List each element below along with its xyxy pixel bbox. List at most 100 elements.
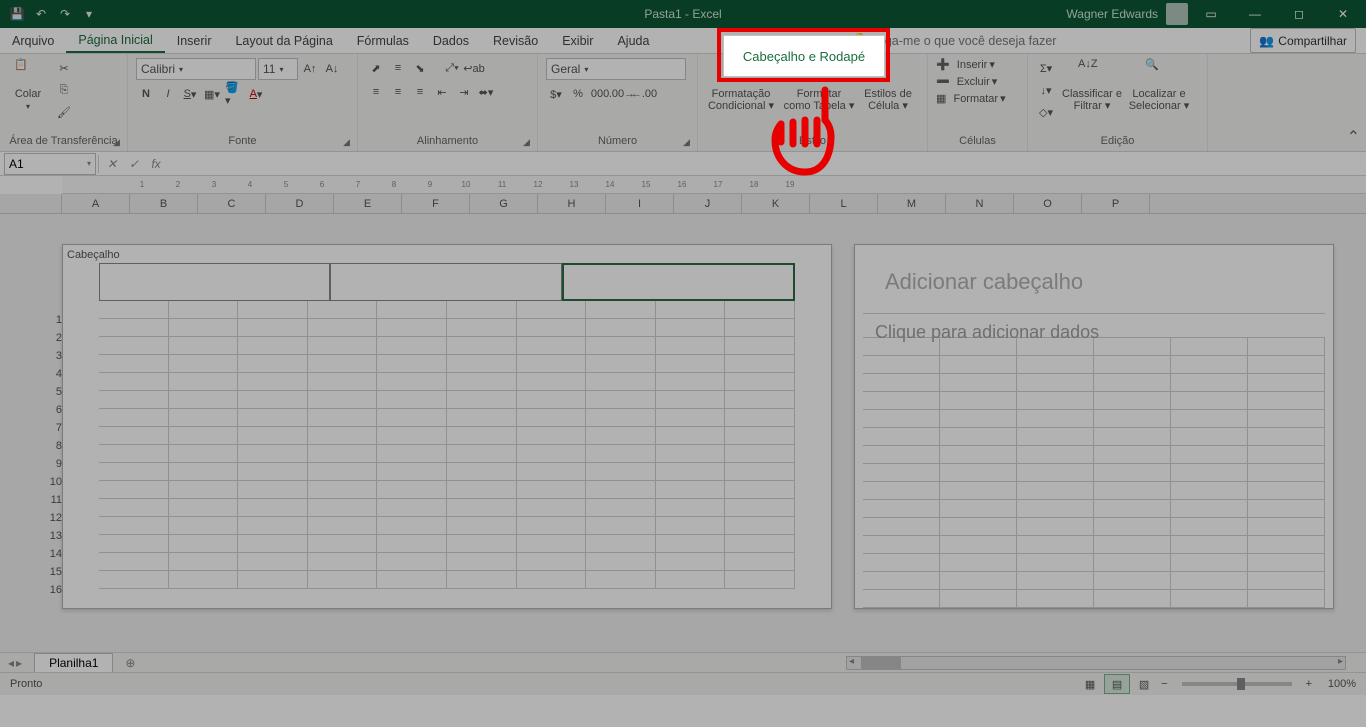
share-button[interactable]: 👥 Compartilhar xyxy=(1250,28,1356,53)
cell[interactable] xyxy=(1017,518,1094,536)
cell[interactable] xyxy=(863,446,940,464)
cell[interactable] xyxy=(99,571,169,589)
cell[interactable] xyxy=(308,499,378,517)
cell[interactable] xyxy=(940,374,1017,392)
font-dialog-launcher[interactable]: ◢ xyxy=(343,137,355,149)
cell[interactable] xyxy=(447,463,517,481)
align-center-icon[interactable]: ≡ xyxy=(388,82,408,102)
cell[interactable] xyxy=(169,355,239,373)
cell[interactable] xyxy=(863,482,940,500)
cell[interactable] xyxy=(308,355,378,373)
cell[interactable] xyxy=(725,445,795,463)
cell[interactable] xyxy=(517,571,587,589)
add-header-placeholder[interactable]: Adicionar cabeçalho xyxy=(855,245,1333,295)
cell[interactable] xyxy=(1171,482,1248,500)
cell[interactable] xyxy=(169,481,239,499)
copy-icon[interactable]: ⎘ xyxy=(54,80,74,100)
row-header[interactable]: 3 xyxy=(40,350,62,368)
cell[interactable] xyxy=(1171,500,1248,518)
cell[interactable] xyxy=(377,499,447,517)
cell[interactable] xyxy=(447,481,517,499)
cell[interactable] xyxy=(1017,536,1094,554)
italic-button[interactable]: I xyxy=(158,84,178,104)
cell[interactable] xyxy=(308,427,378,445)
cell[interactable] xyxy=(1017,500,1094,518)
column-header[interactable]: J xyxy=(674,194,742,213)
cell[interactable] xyxy=(377,517,447,535)
autosum-icon[interactable]: Σ▾ xyxy=(1036,58,1056,78)
cell[interactable] xyxy=(1248,518,1325,536)
tab-formulas[interactable]: Fórmulas xyxy=(345,28,421,53)
cell[interactable] xyxy=(863,464,940,482)
cell[interactable] xyxy=(1094,500,1171,518)
sheet-tab-1[interactable]: Planilha1 xyxy=(34,653,113,672)
cell[interactable] xyxy=(1094,392,1171,410)
cell[interactable] xyxy=(940,428,1017,446)
cell[interactable] xyxy=(377,571,447,589)
column-header[interactable]: N xyxy=(946,194,1014,213)
cell[interactable] xyxy=(586,535,656,553)
row-header[interactable]: 13 xyxy=(40,530,62,548)
cell[interactable] xyxy=(1017,464,1094,482)
cell[interactable] xyxy=(447,319,517,337)
cell[interactable] xyxy=(1017,428,1094,446)
cell[interactable] xyxy=(725,355,795,373)
cell[interactable] xyxy=(238,553,308,571)
cell[interactable] xyxy=(1171,374,1248,392)
increase-indent-icon[interactable]: ⇥ xyxy=(454,82,474,102)
cell[interactable] xyxy=(863,518,940,536)
cell[interactable] xyxy=(725,553,795,571)
cell[interactable] xyxy=(1017,572,1094,590)
number-format-combo[interactable]: Geral▾ xyxy=(546,58,686,80)
cell[interactable] xyxy=(169,391,239,409)
cell[interactable] xyxy=(517,301,587,319)
cell[interactable] xyxy=(1171,356,1248,374)
alignment-dialog-launcher[interactable]: ◢ xyxy=(523,137,535,149)
cell[interactable] xyxy=(238,517,308,535)
row-header[interactable]: 9 xyxy=(40,458,62,476)
wrap-text-icon[interactable]: ↩ab xyxy=(464,58,484,78)
redo-icon[interactable]: ↷ xyxy=(54,3,76,25)
cell[interactable] xyxy=(308,373,378,391)
cell[interactable] xyxy=(1248,464,1325,482)
page-break-view-icon[interactable]: ▧ xyxy=(1131,674,1157,694)
cell[interactable] xyxy=(656,427,726,445)
cell[interactable] xyxy=(308,391,378,409)
cell[interactable] xyxy=(656,355,726,373)
cell[interactable] xyxy=(517,481,587,499)
cell[interactable] xyxy=(1248,446,1325,464)
cell[interactable] xyxy=(1017,338,1094,356)
tab-file[interactable]: Arquivo xyxy=(0,28,66,53)
row-header[interactable]: 10 xyxy=(40,476,62,494)
cell[interactable] xyxy=(377,553,447,571)
cell[interactable] xyxy=(1094,446,1171,464)
undo-icon[interactable]: ↶ xyxy=(30,3,52,25)
cell[interactable] xyxy=(1248,482,1325,500)
cell[interactable] xyxy=(1017,590,1094,608)
cell[interactable] xyxy=(447,391,517,409)
cell[interactable] xyxy=(447,553,517,571)
cell[interactable] xyxy=(725,517,795,535)
cell[interactable] xyxy=(447,535,517,553)
cell[interactable] xyxy=(169,337,239,355)
cell[interactable] xyxy=(940,554,1017,572)
cell[interactable] xyxy=(238,463,308,481)
cell[interactable] xyxy=(1171,572,1248,590)
cell[interactable] xyxy=(169,409,239,427)
cell[interactable] xyxy=(725,535,795,553)
cell[interactable] xyxy=(517,445,587,463)
cell[interactable] xyxy=(940,410,1017,428)
number-dialog-launcher[interactable]: ◢ xyxy=(683,137,695,149)
horizontal-scrollbar[interactable]: ◂ ▸ xyxy=(846,656,1346,670)
align-top-icon[interactable]: ⬈ xyxy=(366,58,386,78)
tab-layout[interactable]: Layout da Página xyxy=(223,28,344,53)
cell[interactable] xyxy=(169,301,239,319)
cell[interactable] xyxy=(1171,536,1248,554)
cell[interactable] xyxy=(308,463,378,481)
percent-icon[interactable]: % xyxy=(568,84,588,104)
fill-color-icon[interactable]: 🪣▾ xyxy=(224,84,244,104)
cell[interactable] xyxy=(586,337,656,355)
cell[interactable] xyxy=(725,373,795,391)
cell[interactable] xyxy=(586,499,656,517)
cell[interactable] xyxy=(1094,536,1171,554)
